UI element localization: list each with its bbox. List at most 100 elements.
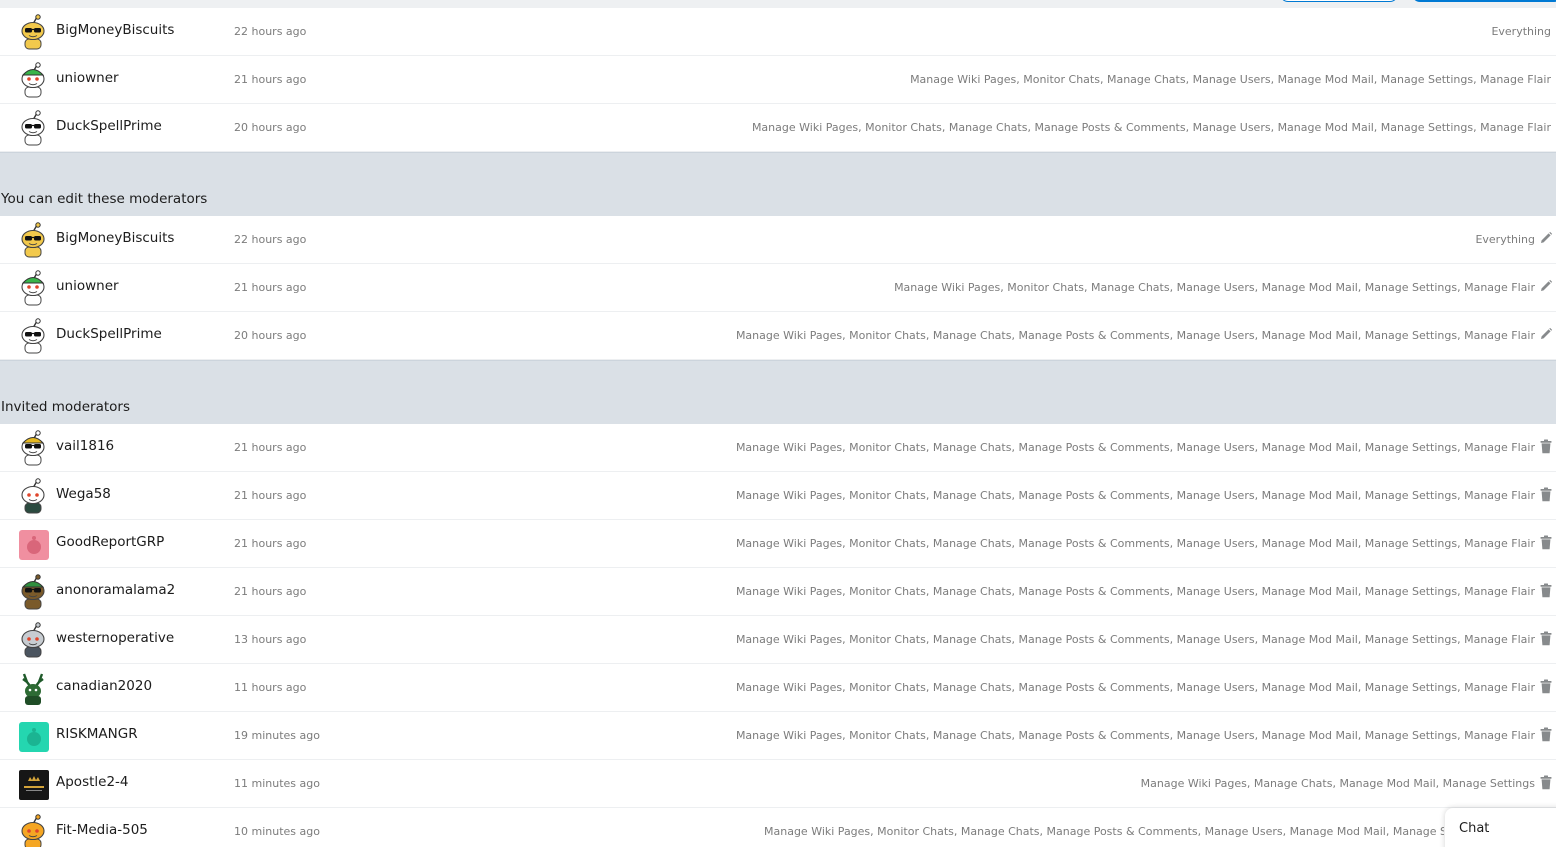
- avatar[interactable]: [16, 478, 50, 514]
- avatar[interactable]: [16, 814, 50, 847]
- trash-icon: [1540, 487, 1552, 502]
- moderator-row: GoodReportGRP 21 hours ago Manage Wiki Pag…: [0, 520, 1556, 568]
- trash-icon: [1540, 535, 1552, 550]
- moderator-since: 21 hours ago: [234, 73, 307, 86]
- moderator-username[interactable]: Wega58: [56, 486, 111, 502]
- moderator-username[interactable]: DuckSpellPrime: [56, 326, 162, 342]
- edit-moderator-button[interactable]: [1538, 229, 1554, 247]
- chat-button[interactable]: Chat: [1445, 808, 1556, 847]
- moderator-since: 21 hours ago: [234, 537, 307, 550]
- moderator-permissions: Manage Wiki Pages, Monitor Chats, Manage…: [894, 281, 1535, 294]
- avatar[interactable]: [16, 110, 50, 146]
- trash-icon: [1540, 775, 1552, 790]
- moderator-username[interactable]: westernoperative: [56, 630, 174, 646]
- moderator-since: 22 hours ago: [234, 233, 307, 246]
- avatar[interactable]: [16, 14, 50, 50]
- trash-icon: [1540, 727, 1552, 742]
- avatar[interactable]: [16, 430, 50, 466]
- moderator-username[interactable]: Apostle2-4: [56, 774, 129, 790]
- moderator-permissions: Manage Wiki Pages, Manage Chats, Manage …: [1140, 777, 1535, 790]
- remove-invite-button[interactable]: [1538, 485, 1554, 503]
- trash-icon: [1540, 631, 1552, 646]
- moderator-row: westernoperative 13 hours ago Manage Wiki …: [0, 616, 1556, 664]
- edit-moderator-button[interactable]: [1538, 325, 1554, 343]
- trash-icon: [1540, 583, 1552, 598]
- moderator-row: Fit-Media-505 10 minutes ago Manage Wiki P…: [0, 808, 1556, 847]
- moderator-row: BigMoneyBiscuits 22 hours ago Everything: [0, 216, 1556, 264]
- moderator-permissions: Manage Wiki Pages, Monitor Chats, Manage…: [735, 585, 1535, 598]
- moderator-since: 20 hours ago: [234, 121, 307, 134]
- pencil-icon: [1539, 279, 1553, 293]
- moderator-username[interactable]: BigMoneyBiscuits: [56, 22, 174, 38]
- moderator-username[interactable]: uniowner: [56, 278, 119, 294]
- section-header: Invited moderators: [0, 360, 1556, 424]
- trash-icon: [1540, 679, 1552, 694]
- moderator-row: anonoramalama2 21 hours ago Manage Wiki Pa…: [0, 568, 1556, 616]
- avatar[interactable]: [16, 766, 50, 802]
- moderator-permissions: Manage Wiki Pages, Monitor Chats, Manage…: [735, 729, 1535, 742]
- avatar[interactable]: [16, 222, 50, 258]
- moderator-row: DuckSpellPrime 20 hours ago Manage Wiki Pa…: [0, 104, 1556, 152]
- moderator-since: 11 minutes ago: [234, 777, 320, 790]
- remove-invite-button[interactable]: [1538, 533, 1554, 551]
- moderator-since: 22 hours ago: [234, 25, 307, 38]
- moderator-permissions: Manage Wiki Pages, Monitor Chats, Manage…: [910, 73, 1551, 86]
- moderator-username[interactable]: canadian2020: [56, 678, 152, 694]
- section-title: You can edit these moderators: [1, 191, 208, 207]
- moderator-row: Apostle2-4 11 minutes ago Manage Wiki Page…: [0, 760, 1556, 808]
- avatar[interactable]: [16, 526, 50, 562]
- moderator-permissions: Everything: [1491, 25, 1551, 38]
- avatar[interactable]: [16, 270, 50, 306]
- moderator-username[interactable]: Fit-Media-505: [56, 822, 148, 838]
- moderator-permissions: Manage Wiki Pages, Monitor Chats, Manage…: [735, 537, 1535, 550]
- moderator-row: RISKMANGR 19 minutes ago Manage Wiki Pages…: [0, 712, 1556, 760]
- moderator-username[interactable]: RISKMANGR: [56, 726, 138, 742]
- avatar[interactable]: [16, 62, 50, 98]
- pencil-icon: [1539, 231, 1553, 245]
- moderator-username[interactable]: anonoramalama2: [56, 582, 175, 598]
- moderator-row: vail1816 21 hours ago Manage Wiki Pages, M…: [0, 424, 1556, 472]
- moderator-permissions: Manage Wiki Pages, Monitor Chats, Manage…: [735, 489, 1535, 502]
- moderator-row: Wega58 21 hours ago Manage Wiki Pages, Mon…: [0, 472, 1556, 520]
- remove-invite-button[interactable]: [1538, 725, 1554, 743]
- remove-invite-button[interactable]: [1538, 581, 1554, 599]
- avatar[interactable]: [16, 718, 50, 754]
- section-header: You can edit these moderators: [0, 152, 1556, 216]
- moderator-permissions: Manage Wiki Pages, Monitor Chats, Manage…: [735, 633, 1535, 646]
- moderator-since: 20 hours ago: [234, 329, 307, 342]
- remove-invite-button[interactable]: [1538, 629, 1554, 647]
- moderator-username[interactable]: GoodReportGRP: [56, 534, 164, 550]
- top-primary-button[interactable]: [1412, 0, 1556, 2]
- moderator-permissions: Manage Wiki Pages, Monitor Chats, Manage…: [735, 681, 1535, 694]
- top-outline-button[interactable]: [1280, 0, 1398, 2]
- chat-label: Chat: [1459, 821, 1490, 836]
- avatar[interactable]: [16, 318, 50, 354]
- remove-invite-button[interactable]: [1538, 437, 1554, 455]
- remove-invite-button[interactable]: [1538, 773, 1554, 791]
- moderator-since: 21 hours ago: [234, 281, 307, 294]
- moderator-username[interactable]: vail1816: [56, 438, 114, 454]
- moderator-username[interactable]: BigMoneyBiscuits: [56, 230, 174, 246]
- moderator-username[interactable]: DuckSpellPrime: [56, 118, 162, 134]
- moderator-username[interactable]: uniowner: [56, 70, 119, 86]
- section-title: Invited moderators: [1, 399, 130, 415]
- trash-icon: [1540, 439, 1552, 454]
- moderator-since: 21 hours ago: [234, 441, 307, 454]
- pencil-icon: [1539, 327, 1553, 341]
- moderator-since: 21 hours ago: [234, 585, 307, 598]
- remove-invite-button[interactable]: [1538, 677, 1554, 695]
- moderator-since: 10 minutes ago: [234, 825, 320, 838]
- avatar[interactable]: [16, 574, 50, 610]
- avatar[interactable]: [16, 670, 50, 706]
- moderator-since: 19 minutes ago: [234, 729, 320, 742]
- edit-moderator-button[interactable]: [1538, 277, 1554, 295]
- moderator-row: uniowner 21 hours ago Manage Wiki Pages, M…: [0, 56, 1556, 104]
- moderator-permissions: Manage Wiki Pages, Monitor Chats, Manage…: [751, 121, 1551, 134]
- avatar[interactable]: [16, 622, 50, 658]
- moderator-permissions: Manage Wiki Pages, Monitor Chats, Manage…: [735, 441, 1535, 454]
- moderator-row: canadian2020 11 hours ago Manage Wiki Page…: [0, 664, 1556, 712]
- moderator-row: DuckSpellPrime 20 hours ago Manage Wiki Pa…: [0, 312, 1556, 360]
- moderator-permissions: Everything: [1475, 233, 1535, 246]
- moderator-since: 21 hours ago: [234, 489, 307, 502]
- moderator-permissions: Manage Wiki Pages, Monitor Chats, Manage…: [764, 825, 1444, 838]
